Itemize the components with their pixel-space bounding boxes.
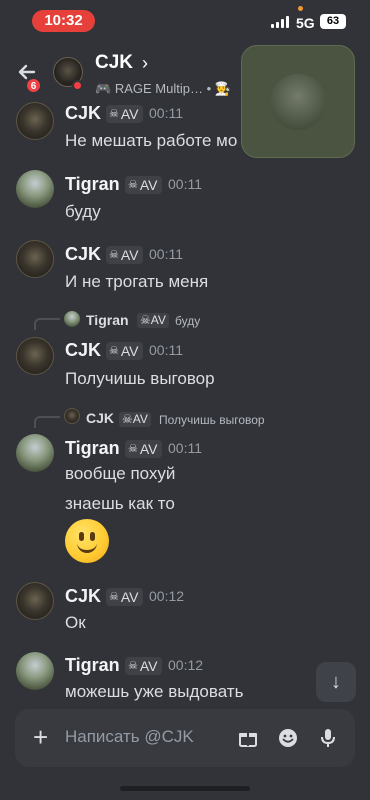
clan-tag: ☠AV (106, 105, 143, 123)
clan-tag: ☠AV (106, 588, 143, 606)
gift-icon[interactable] (237, 727, 259, 749)
message-time: 00:11 (168, 440, 202, 456)
message[interactable]: Tigran ☠ AV 00:11 буду (0, 166, 370, 226)
skull-icon: ☠ (122, 412, 133, 426)
message[interactable]: Tigran ☠ AV 00:12 можешь уже выдовать (0, 648, 370, 704)
reply-preview[interactable]: буду (175, 314, 200, 328)
message[interactable]: CJK ☠ AV 00:12 Ок (0, 578, 370, 638)
avatar[interactable] (16, 240, 54, 278)
reply-connector (34, 416, 60, 428)
reply-connector (34, 318, 60, 330)
slightly-smiling-face-icon (65, 519, 109, 563)
battery-icon: 63 (320, 14, 346, 29)
network-type: 5G (296, 15, 315, 31)
scroll-down-button[interactable]: ↓ (316, 662, 356, 702)
message[interactable]: CJK ☠AV Получишь выговор Tigran ☠ AV 00:1… (0, 406, 370, 566)
skull-icon: ☠ (128, 179, 138, 191)
avatar (270, 74, 326, 130)
message-author[interactable]: CJK (65, 103, 101, 124)
message[interactable]: Tigran ☠AV буду CJK ☠ AV 00:11 Получишь в… (0, 308, 370, 394)
avatar (64, 311, 80, 327)
message-time: 00:11 (168, 176, 202, 192)
skull-icon: ☠ (140, 313, 151, 327)
avatar[interactable] (16, 337, 54, 375)
message-text: Не мешать работе мо (65, 131, 238, 150)
avatar[interactable] (16, 582, 54, 620)
message[interactable]: CJK ☠ AV 00:11 И не трогать меня (0, 236, 370, 296)
clan-tag: ☠AV (125, 440, 162, 458)
emoji-icon[interactable] (277, 727, 299, 749)
message-text: буду (65, 202, 101, 221)
message-composer: + Написать @CJK (15, 709, 355, 767)
skull-icon: ☠ (109, 249, 119, 261)
activity-label: RAGE Multip… (114, 81, 203, 96)
message-time: 00:12 (149, 588, 185, 604)
activity-extra: • 🧑‍🍳 (206, 81, 231, 96)
plus-icon[interactable]: + (33, 723, 48, 751)
message-author[interactable]: CJK (65, 340, 101, 361)
chevron-right-icon[interactable]: › (142, 53, 148, 74)
message-author[interactable]: Tigran (65, 438, 120, 459)
message-author[interactable]: Tigran (65, 174, 120, 195)
message-input[interactable]: Написать @CJK (65, 727, 194, 747)
avatar[interactable] (16, 434, 54, 472)
clan-tag: ☠AV (119, 412, 151, 427)
skull-icon: ☠ (128, 443, 138, 455)
video-preview[interactable] (241, 45, 355, 158)
skull-icon: ☠ (109, 108, 119, 120)
message-time: 00:11 (149, 105, 183, 121)
signal-icon (271, 16, 289, 28)
clan-tag: ☠AV (125, 176, 162, 194)
avatar[interactable] (16, 652, 54, 690)
privacy-indicator (298, 6, 303, 11)
message-author[interactable]: CJK (65, 244, 101, 265)
unread-badge: 6 (26, 78, 41, 93)
message-time: 00:12 (168, 657, 204, 673)
status-time: 10:32 (32, 10, 95, 32)
microphone-icon[interactable] (317, 727, 339, 749)
avatar (64, 408, 80, 424)
message-author[interactable]: Tigran (65, 655, 120, 676)
clan-tag: ☠AV (137, 313, 169, 328)
clan-tag: ☠AV (106, 246, 143, 264)
message-text: И не трогать меня (65, 272, 209, 291)
avatar[interactable] (16, 170, 54, 208)
message-text: знаешь как то (65, 494, 175, 513)
message-text: Ок (65, 613, 86, 632)
message-text: Получишь выговор (65, 369, 215, 388)
status-bar: 10:32 5G 63 (0, 0, 370, 40)
scroll-down-icon: ↓ (331, 671, 341, 693)
avatar[interactable] (16, 102, 54, 140)
reply-author[interactable]: CJK (86, 410, 114, 426)
clan-tag: ☠AV (106, 342, 143, 360)
home-indicator (120, 786, 250, 791)
dnd-status-icon (72, 80, 83, 91)
message-time: 00:11 (149, 342, 183, 358)
skull-icon: ☠ (109, 591, 119, 603)
skull-icon: ☠ (128, 660, 138, 672)
message-text: вообще похуй (65, 464, 176, 483)
reply-author[interactable]: Tigran (86, 312, 129, 328)
message-text: можешь уже выдовать (65, 682, 244, 701)
reply-preview[interactable]: Получишь выговор (159, 413, 265, 427)
clan-tag: ☠AV (125, 657, 162, 675)
activity-status: 🎮 RAGE Multip… • 🧑‍🍳 (95, 81, 231, 97)
message-time: 00:11 (149, 246, 183, 262)
skull-icon: ☠ (109, 345, 119, 357)
page-title[interactable]: CJK (95, 52, 133, 74)
gamepad-icon: 🎮 (95, 81, 112, 96)
message-author[interactable]: CJK (65, 586, 101, 607)
